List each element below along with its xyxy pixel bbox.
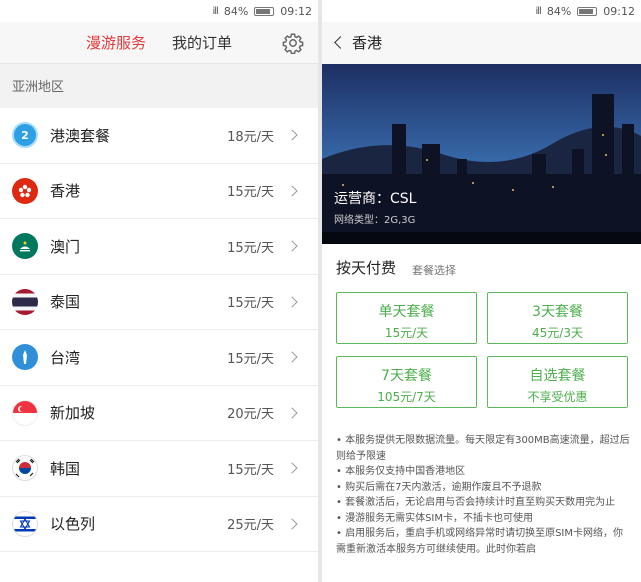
package-price: 105元/7天 xyxy=(377,390,436,404)
item-name: 港澳套餐 xyxy=(50,126,111,145)
item-price: 20元/天 xyxy=(227,407,274,423)
signal-icon: ill xyxy=(535,5,542,17)
network-type-label: 网络类型：2G,3G xyxy=(334,215,416,226)
page-title: 香港 xyxy=(352,34,383,52)
detail-header: 香港 xyxy=(322,22,641,64)
clock: 09:12 xyxy=(280,4,312,18)
item-price: 15元/天 xyxy=(227,351,274,367)
service-notes: • 本服务提供无限数据流量。每天限定有300MB高速流量，超过后则给予限速 • … xyxy=(336,433,631,557)
hong-kong-flag-icon xyxy=(12,177,38,204)
list-item-israel[interactable]: 以色列 25元/天 xyxy=(0,497,318,552)
chevron-right-icon xyxy=(286,407,298,419)
list-item-taiwan[interactable]: 台湾 15元/天 xyxy=(0,330,318,386)
note-line: • 启用服务后，重启手机或网络异常时请切换至原SIM卡网络，你需重新激活本服务方… xyxy=(336,528,624,555)
list-item-thailand[interactable]: 泰国 15元/天 xyxy=(0,275,318,330)
chevron-right-icon xyxy=(286,296,298,308)
item-name: 新加坡 xyxy=(50,404,96,423)
battery-percent: 84% xyxy=(546,4,572,18)
note-line: • 漫游服务无需实体SIM卡，不插卡也可使用 xyxy=(336,512,534,524)
chevron-right-icon xyxy=(286,185,298,197)
package-custom-button[interactable]: 自选套餐 不享受优惠 xyxy=(487,356,628,408)
battery-icon xyxy=(254,6,275,16)
package-name: 自选套餐 xyxy=(529,368,586,384)
item-price: 15元/天 xyxy=(227,185,274,201)
chevron-right-icon xyxy=(286,129,298,141)
package-price: 15元/天 xyxy=(384,326,429,340)
signal-icon: ill xyxy=(212,5,219,17)
destination-list: 2 港澳套餐 18元/天 香港 15元/天 澳门 15元/天 泰国 15元/天 xyxy=(0,108,318,552)
hong-kong-detail-screen: ill 84% 09:12 香港 运营商：CSL 网络类型：2G,3G 按天付费… xyxy=(322,0,641,582)
item-price: 15元/天 xyxy=(227,240,274,256)
clock: 09:12 xyxy=(603,4,635,18)
package-single-day-button[interactable]: 单天套餐 15元/天 xyxy=(336,292,477,344)
chevron-right-icon xyxy=(286,518,298,530)
thailand-flag-icon xyxy=(12,288,38,315)
note-line: • 套餐激活后，无论启用与否会持续计时直至购买天数用完为止 xyxy=(336,497,616,508)
package-price: 45元/3天 xyxy=(532,326,583,340)
chevron-right-icon xyxy=(286,351,298,363)
roaming-list-screen: ill 84% 09:12 漫游服务 我的订单 亚洲地区 2 港澳套餐 18元/… xyxy=(0,0,318,582)
tab-my-orders[interactable]: 我的订单 xyxy=(172,22,232,64)
item-price: 25元/天 xyxy=(227,518,274,534)
package-name: 单天套餐 xyxy=(378,304,435,320)
item-price: 15元/天 xyxy=(227,296,274,312)
item-name: 泰国 xyxy=(50,293,81,312)
tab-roaming-service[interactable]: 漫游服务 xyxy=(86,22,146,64)
item-name: 台湾 xyxy=(50,348,81,367)
package-name: 7天套餐 xyxy=(381,368,432,384)
list-item-hong-kong[interactable]: 香港 15元/天 xyxy=(0,164,318,219)
note-line: • 本服务仅支持中国香港地区 xyxy=(336,466,466,477)
list-item-korea[interactable]: 韩国 15元/天 xyxy=(0,441,318,497)
operator-label: 运营商：CSL xyxy=(334,191,417,207)
section-title: 按天付费 xyxy=(336,259,397,277)
singapore-flag-icon xyxy=(12,399,38,426)
section-subtitle: 套餐选择 xyxy=(412,264,456,277)
item-price: 18元/天 xyxy=(227,129,274,145)
status-bar: ill 84% 09:12 xyxy=(0,0,318,22)
hk-macau-badge-icon: 2 xyxy=(12,122,38,149)
item-name: 澳门 xyxy=(50,237,81,256)
chevron-right-icon xyxy=(286,240,298,252)
macau-flag-icon xyxy=(12,233,38,260)
item-name: 以色列 xyxy=(50,515,96,534)
status-bar: ill 84% 09:12 xyxy=(322,0,641,22)
israel-flag-icon xyxy=(12,510,38,537)
list-item-hk-macau[interactable]: 2 港澳套餐 18元/天 xyxy=(0,108,318,164)
chevron-right-icon xyxy=(286,462,298,474)
item-name: 香港 xyxy=(50,182,81,201)
gear-icon[interactable] xyxy=(282,32,304,54)
hero-city-image: 运营商：CSL 网络类型：2G,3G xyxy=(322,64,641,244)
back-arrow-icon[interactable] xyxy=(334,36,347,49)
taiwan-region-icon xyxy=(12,344,38,371)
note-line: • 本服务提供无限数据流量。每天限定有300MB高速流量，超过后则给予限速 xyxy=(336,435,630,462)
package-name: 3天套餐 xyxy=(532,304,583,320)
list-item-singapore[interactable]: 新加坡 20元/天 xyxy=(0,386,318,441)
item-name: 韩国 xyxy=(50,459,81,478)
top-tabs: 漫游服务 我的订单 xyxy=(0,22,318,64)
item-price: 15元/天 xyxy=(227,462,274,478)
battery-icon xyxy=(577,6,598,16)
package-3-day-button[interactable]: 3天套餐 45元/3天 xyxy=(487,292,628,344)
region-header: 亚洲地区 xyxy=(0,64,318,108)
note-line: • 购买后需在7天内激活，逾期作废且不予退款 xyxy=(336,481,542,493)
package-7-day-button[interactable]: 7天套餐 105元/7天 xyxy=(336,356,477,408)
list-item-macau[interactable]: 澳门 15元/天 xyxy=(0,219,318,275)
battery-percent: 84% xyxy=(223,4,249,18)
package-price: 不享受优惠 xyxy=(527,390,588,404)
korea-flag-icon xyxy=(12,455,38,482)
